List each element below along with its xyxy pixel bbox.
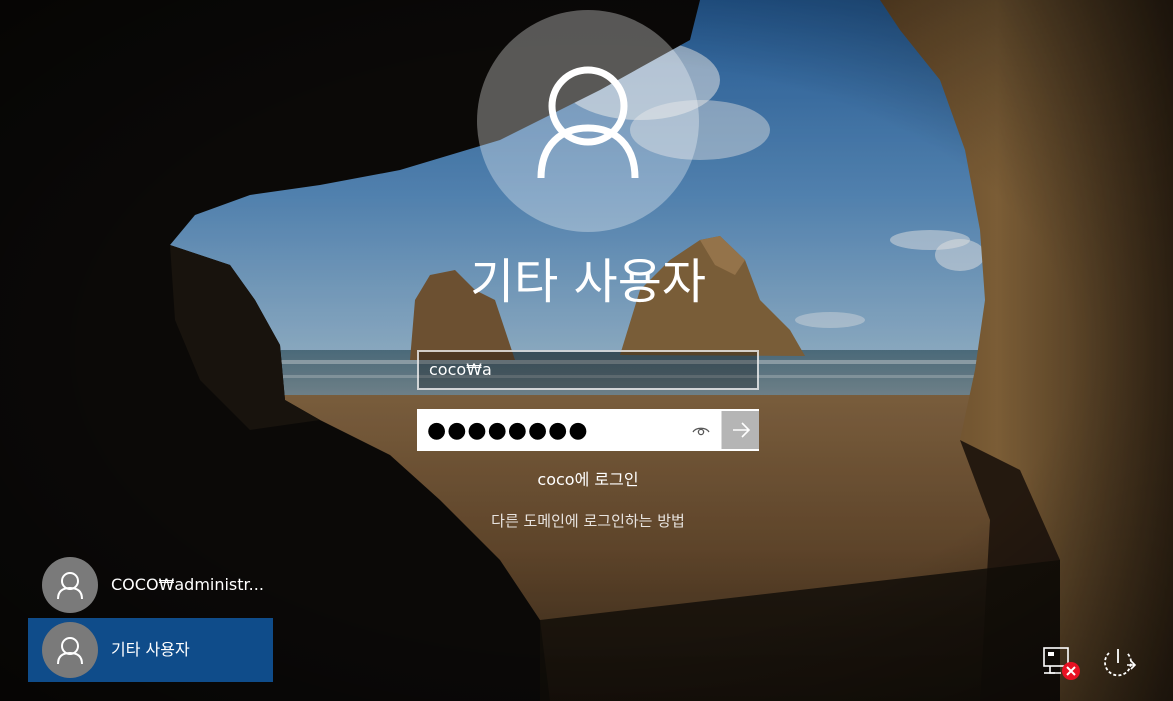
user-avatar-large [477, 10, 699, 232]
user-icon [57, 637, 83, 665]
username-title: 기타 사용자 [469, 254, 707, 310]
network-button[interactable] [1041, 645, 1083, 681]
arrow-right-icon [733, 422, 751, 438]
signin-to-text: coco에 로그인 [537, 470, 639, 489]
lock-screen: 기타 사용자 coco₩a coco에 로그인 다른 도메인에 로그인하는 방법… [0, 0, 1173, 701]
reveal-password-icon[interactable] [691, 421, 711, 441]
submit-arrow-button[interactable] [721, 411, 759, 449]
power-icon [1104, 649, 1137, 677]
network-disconnected-icon [1043, 647, 1080, 680]
other-domain-help-link[interactable]: 다른 도메인에 로그인하는 방법 [390, 509, 786, 533]
password-field[interactable] [419, 411, 721, 449]
user-tile-label: 기타 사용자 [111, 640, 190, 659]
user-tile-avatar [42, 622, 98, 678]
user-tile-label: COCO₩administr... [111, 575, 264, 594]
user-tile-other-user[interactable]: 기타 사용자 [28, 618, 273, 682]
password-row [417, 409, 759, 451]
user-tile-administrator[interactable]: COCO₩administr... [28, 553, 273, 617]
user-tile-avatar [42, 557, 98, 613]
user-icon [537, 66, 639, 179]
account-name-field[interactable]: coco₩a [417, 350, 759, 390]
power-button[interactable] [1097, 645, 1139, 681]
user-icon [57, 572, 83, 600]
